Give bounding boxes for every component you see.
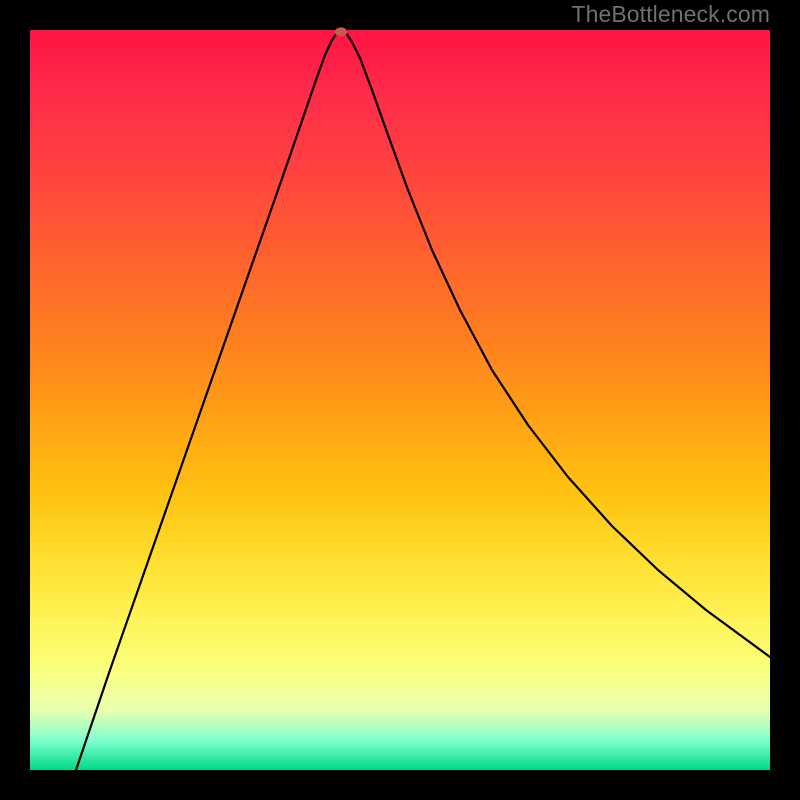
chart-canvas: TheBottleneck.com bbox=[0, 0, 800, 800]
watermark-text: TheBottleneck.com bbox=[571, 1, 770, 28]
bottleneck-curve bbox=[76, 30, 770, 770]
curve-svg bbox=[30, 30, 770, 770]
minimum-marker bbox=[335, 28, 347, 37]
plot-area bbox=[30, 30, 770, 770]
